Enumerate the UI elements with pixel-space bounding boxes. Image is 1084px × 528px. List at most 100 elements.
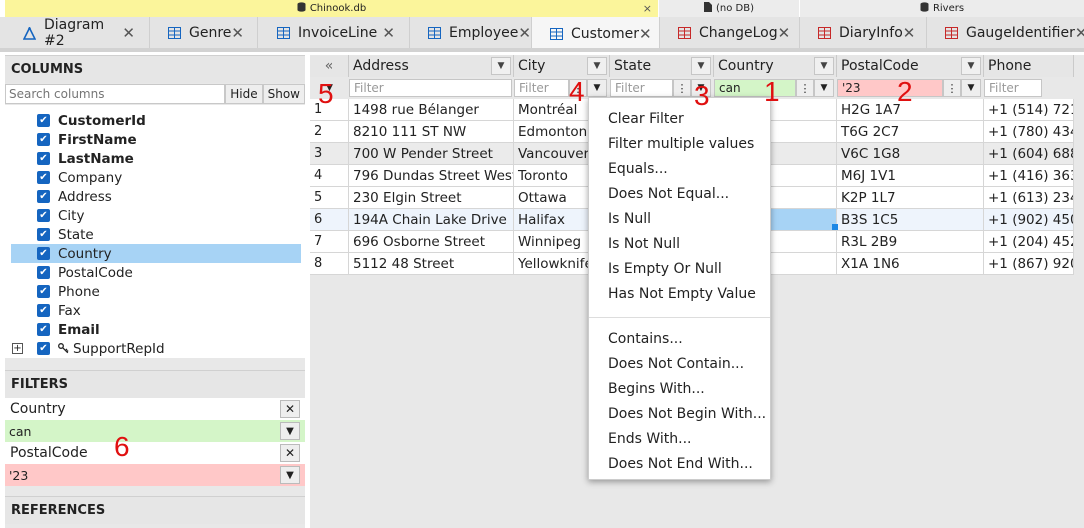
column-item-lastname[interactable]: ✔ LastName (5, 149, 305, 168)
menu-item-begins-with[interactable]: Begins With... (589, 376, 770, 401)
header-city[interactable]: City ▼ (514, 55, 610, 77)
funnel-icon[interactable]: ▼ (587, 79, 607, 97)
menu-item-not-end-with[interactable]: Does Not End With... (589, 451, 770, 476)
column-item-country[interactable]: ✔ Country (11, 244, 301, 263)
column-item-state[interactable]: ✔ State (5, 225, 305, 244)
filter-input-country[interactable]: can (714, 79, 796, 97)
menu-item-not-begin-with[interactable]: Does Not Begin With... (589, 401, 770, 426)
header-postalcode[interactable]: PostalCode ▼ (837, 55, 984, 77)
cell-postalcode[interactable]: K2P 1L7 (837, 187, 984, 209)
tab-changelog[interactable]: ChangeLog ✕ (660, 17, 800, 49)
row-number[interactable]: 3 (310, 143, 349, 165)
checkbox-icon[interactable]: ✔ (37, 152, 50, 165)
cell-address[interactable]: 5112 48 Street (349, 253, 514, 275)
checkbox-icon[interactable]: ✔ (37, 228, 50, 241)
checkbox-icon[interactable]: ✔ (37, 190, 50, 203)
tab-diagram[interactable]: Diagram #2 ✕ (5, 17, 150, 49)
cell-phone[interactable]: +1 (867) 920- (984, 253, 1074, 275)
chevron-down-icon[interactable]: ▼ (961, 57, 981, 75)
filter-value-postalcode[interactable]: '23 ▼ (5, 464, 305, 486)
more-vert-icon[interactable]: ⋮ (673, 79, 691, 97)
cell-postalcode[interactable]: B3S 1C5 (837, 209, 984, 231)
column-item-supportrepid[interactable]: + ✔ SupportRepId (5, 339, 305, 358)
collapse-button[interactable]: « (310, 55, 349, 77)
selection-handle[interactable] (832, 224, 838, 230)
menu-item-equals[interactable]: Equals... (589, 156, 770, 181)
cell-phone[interactable]: +1 (604) 688- (984, 143, 1074, 165)
column-item-customerid[interactable]: ✔ CustomerId (5, 111, 305, 130)
close-icon[interactable]: ✕ (778, 24, 791, 42)
filter-input-postalcode[interactable]: '23 (837, 79, 943, 97)
row-number[interactable]: 4 (310, 165, 349, 187)
close-icon[interactable]: ✕ (231, 24, 244, 42)
show-button[interactable]: Show (262, 84, 305, 104)
more-vert-icon[interactable]: ⋮ (796, 79, 814, 97)
expand-icon[interactable]: + (12, 343, 23, 354)
tab-genre[interactable]: Genre ✕ (150, 17, 258, 49)
column-item-phone[interactable]: ✔ Phone (5, 282, 305, 301)
hide-button[interactable]: Hide (225, 84, 263, 104)
checkbox-icon[interactable]: ✔ (37, 209, 50, 222)
cell-address[interactable]: 696 Osborne Street (349, 231, 514, 253)
tab-gaugeidentifier[interactable]: GaugeIdentifier ✕ (927, 17, 1084, 49)
header-country[interactable]: Country ▼ (714, 55, 837, 77)
cell-address[interactable]: 194A Chain Lake Drive (349, 209, 514, 231)
cell-address[interactable]: 8210 111 ST NW (349, 121, 514, 143)
checkbox-icon[interactable]: ✔ (37, 171, 50, 184)
cell-address[interactable]: 1498 rue Bélanger (349, 99, 514, 121)
menu-item-not-contain[interactable]: Does Not Contain... (589, 351, 770, 376)
tab-diaryinfo[interactable]: DiaryInfo ✕ (800, 17, 927, 49)
cell-postalcode[interactable]: V6C 1G8 (837, 143, 984, 165)
menu-item-is-not-null[interactable]: Is Not Null (589, 231, 770, 256)
remove-filter-button[interactable]: ✕ (280, 400, 300, 418)
row-number[interactable]: 5 (310, 187, 349, 209)
cell-phone[interactable]: +1 (204) 452- (984, 231, 1074, 253)
chevron-down-icon[interactable]: ▼ (491, 57, 511, 75)
cell-phone[interactable]: +1 (613) 234- (984, 187, 1074, 209)
column-item-company[interactable]: ✔ Company (5, 168, 305, 187)
cell-phone[interactable]: +1 (416) 363- (984, 165, 1074, 187)
filter-input-state[interactable]: Filter (610, 79, 673, 97)
menu-item-filter-multiple[interactable]: Filter multiple values (589, 131, 770, 156)
funnel-icon[interactable]: ▼ (280, 466, 300, 484)
close-icon[interactable]: ✕ (1075, 24, 1084, 42)
row-number[interactable]: 7 (310, 231, 349, 253)
db-tab-chinook[interactable]: Chinook.db × (5, 0, 658, 17)
cell-postalcode[interactable]: R3L 2B9 (837, 231, 984, 253)
menu-item-contains[interactable]: Contains... (589, 326, 770, 351)
close-icon[interactable]: ✕ (639, 25, 652, 43)
checkbox-icon[interactable]: ✔ (37, 247, 50, 260)
cell-phone[interactable]: +1 (902) 450- (984, 209, 1074, 231)
column-item-fax[interactable]: ✔ Fax (5, 301, 305, 320)
cell-postalcode[interactable]: X1A 1N6 (837, 253, 984, 275)
tab-invoiceline[interactable]: InvoiceLine ✕ (258, 17, 410, 49)
checkbox-icon[interactable]: ✔ (37, 304, 50, 317)
checkbox-icon[interactable]: ✔ (37, 323, 50, 336)
cell-address[interactable]: 700 W Pender Street (349, 143, 514, 165)
header-phone[interactable]: Phone (984, 55, 1074, 77)
checkbox-icon[interactable]: ✔ (37, 342, 50, 355)
more-vert-icon[interactable]: ⋮ (943, 79, 961, 97)
filter-input-city[interactable]: Filter (514, 79, 569, 97)
cell-phone[interactable]: +1 (514) 721- (984, 99, 1074, 121)
close-icon[interactable]: ✕ (518, 24, 531, 42)
cell-postalcode[interactable]: M6J 1V1 (837, 165, 984, 187)
close-icon[interactable]: ✕ (122, 24, 135, 42)
close-icon[interactable]: ✕ (903, 24, 916, 42)
row-number[interactable]: 8 (310, 253, 349, 275)
cell-phone[interactable]: +1 (780) 434- (984, 121, 1074, 143)
row-number[interactable]: 6 (310, 209, 349, 231)
remove-filter-button[interactable]: ✕ (280, 444, 300, 462)
header-state[interactable]: State ▼ (610, 55, 714, 77)
filter-input-address[interactable]: Filter (349, 79, 512, 97)
menu-item-is-null[interactable]: Is Null (589, 206, 770, 231)
filter-input-phone[interactable]: Filter (984, 79, 1042, 97)
chevron-down-icon[interactable]: ▼ (691, 57, 711, 75)
db-tab-nodb[interactable]: (no DB) (659, 0, 799, 17)
funnel-icon[interactable]: ▼ (961, 79, 981, 97)
menu-item-ends-with[interactable]: Ends With... (589, 426, 770, 451)
cell-address[interactable]: 796 Dundas Street West (349, 165, 514, 187)
menu-item-has-not-empty[interactable]: Has Not Empty Value (589, 281, 770, 306)
db-tab-rivers[interactable]: Rivers (800, 0, 1084, 17)
column-item-firstname[interactable]: ✔ FirstName (5, 130, 305, 149)
